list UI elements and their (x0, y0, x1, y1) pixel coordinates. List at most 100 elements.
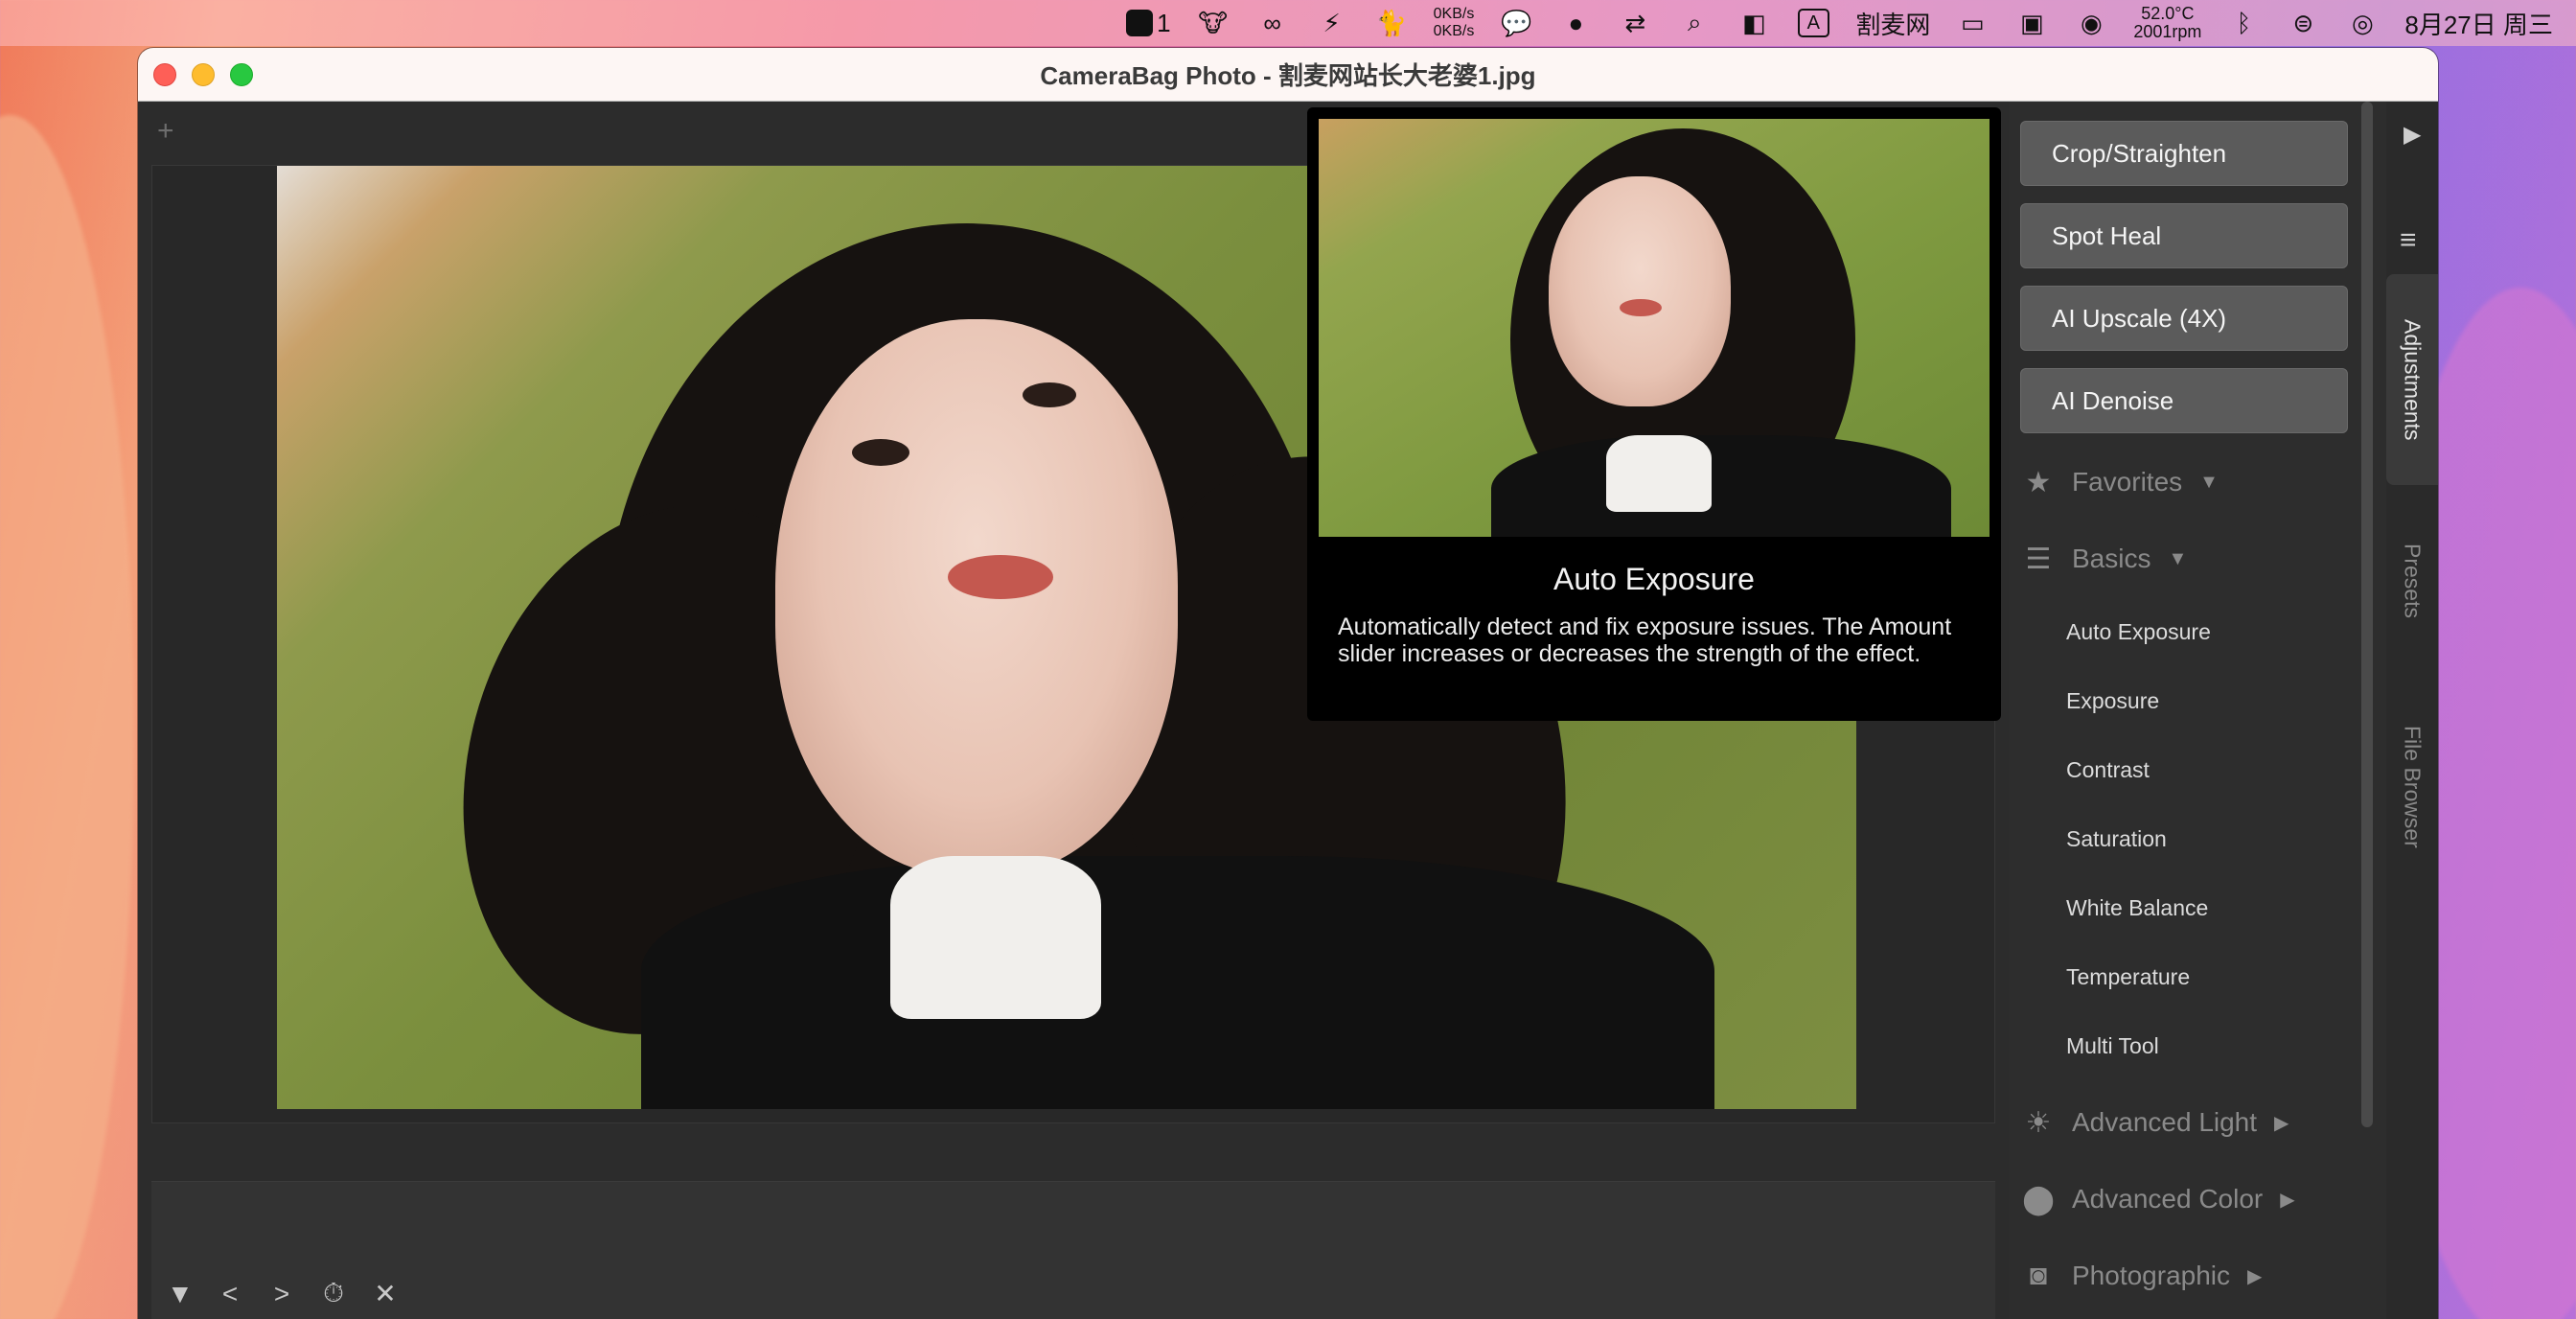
basics-item-white-balance[interactable]: White Balance (2066, 895, 2208, 921)
input-method-label: A (1797, 9, 1829, 37)
basics-item-auto-exposure[interactable]: Auto Exposure (2066, 619, 2211, 645)
cow-icon[interactable]: 🐮 (1196, 0, 1230, 46)
photo-eye (852, 439, 909, 466)
section-advanced-light-label: Advanced Light (2072, 1107, 2258, 1137)
section-basics-label: Basics (2072, 544, 2151, 573)
section-advanced-light[interactable]: ☀ Advanced Light ▶ (2022, 1106, 2289, 1139)
app-badge-count: 1 (1157, 8, 1171, 37)
chevron-right-icon: ▶ (2274, 1112, 2289, 1134)
section-favorites[interactable]: ★ Favorites ▼ (2022, 466, 2219, 498)
net-up: 0KB/s (1433, 6, 1475, 22)
crop-straighten-button[interactable]: Crop/Straighten (2020, 121, 2348, 186)
panel-scrollbar[interactable] (2361, 102, 2373, 1127)
minimize-window-button[interactable] (192, 63, 215, 86)
network-speed[interactable]: 0KB/s 0KB/s (1434, 6, 1475, 40)
scrollbar-thumb[interactable] (2361, 102, 2373, 1127)
window-title: CameraBag Photo - 割麦网站长大老婆1.jpg (1040, 61, 1536, 90)
chevron-right-icon: ▶ (2247, 1265, 2263, 1287)
hamburger-menu-icon[interactable]: ≡ (2400, 224, 2417, 257)
control-center-icon[interactable]: ⊜ (2286, 0, 2320, 46)
basics-item-multi-tool[interactable]: Multi Tool (2066, 1033, 2159, 1059)
infinity-icon[interactable]: ∞ (1255, 0, 1290, 46)
next-icon[interactable]: > (270, 1279, 293, 1309)
display-icon[interactable]: ▭ (1955, 0, 1990, 46)
collapse-icon[interactable]: ▼ (167, 1279, 194, 1309)
tooltip-description: Automatically detect and fix exposure is… (1338, 613, 1952, 667)
main-content: + ▼ < > ⏱ ✕ Auto Exposure Automatically … (138, 102, 2438, 1319)
play-icon[interactable]: ▶ (2404, 121, 2421, 149)
wallpaper-shape (0, 115, 134, 1319)
color-circles-icon: ⬤ (2022, 1183, 2055, 1215)
preview-collar (1606, 435, 1712, 512)
sync-icon[interactable]: ⇄ (1618, 0, 1652, 46)
sliders-icon: ☰ (2025, 543, 2052, 575)
adjustment-tooltip: Auto Exposure Automatically detect and f… (1307, 107, 2001, 721)
bolt-icon[interactable]: ⚡ (1315, 0, 1349, 46)
tab-file-browser-label: File Browser (2400, 726, 2426, 848)
photo-eye (1023, 382, 1076, 407)
preview-face (1549, 176, 1731, 406)
basics-item-contrast[interactable]: Contrast (2066, 757, 2150, 783)
preview-coat (1491, 435, 1951, 537)
close-image-icon[interactable]: ✕ (374, 1278, 397, 1309)
history-icon[interactable]: ⏱ (322, 1278, 345, 1309)
search-icon[interactable]: ⌕ (1677, 0, 1712, 46)
star-icon: ★ (2025, 466, 2052, 498)
adjustments-panel: Crop/Straighten Spot Heal AI Upscale (4X… (2009, 102, 2386, 1319)
input-method-icon[interactable]: A (1796, 0, 1830, 46)
tab-file-browser[interactable]: File Browser (2386, 677, 2438, 897)
sun-icon: ☀ (2025, 1106, 2052, 1139)
record-icon[interactable]: ● (1558, 0, 1593, 46)
section-advanced-color-label: Advanced Color (2072, 1184, 2264, 1214)
fan-speed-value: 2001rpm (2133, 22, 2202, 41)
basics-item-exposure[interactable]: Exposure (2066, 688, 2159, 714)
zoom-window-button[interactable] (230, 63, 253, 86)
ai-denoise-button[interactable]: AI Denoise (2020, 368, 2348, 433)
spot-heal-button[interactable]: Spot Heal (2020, 203, 2348, 268)
siri-icon[interactable]: ◎ (2345, 0, 2380, 46)
chevron-down-icon: ▼ (2199, 471, 2219, 493)
filmstrip-panel: ▼ < > ⏱ ✕ (151, 1181, 1995, 1319)
title-bar: CameraBag Photo - 割麦网站长大老婆1.jpg (138, 48, 2438, 102)
cat-icon[interactable]: 🐈 (1374, 0, 1409, 46)
preview-lips (1620, 299, 1662, 316)
section-favorites-label: Favorites (2072, 467, 2183, 497)
net-down: 0KB/s (1433, 23, 1475, 39)
side-tabs: ▶ ≡ Adjustments Presets File Browser (2386, 102, 2438, 1319)
photo-lips (948, 555, 1053, 599)
section-photographic-label: Photographic (2072, 1261, 2231, 1290)
ai-upscale-button[interactable]: AI Upscale (4X) (2020, 286, 2348, 351)
tooltip-preview-image (1319, 119, 1990, 537)
photos-icon[interactable]: ▣ (2014, 0, 2049, 46)
cpu-temperature[interactable]: 52.0°C 2001rpm (2133, 5, 2201, 41)
menubar-datetime[interactable]: 8月27日 周三 (2404, 0, 2553, 46)
bluetooth-icon[interactable]: ᛒ (2226, 0, 2261, 46)
temperature-value: 52.0°C (2141, 4, 2195, 23)
tab-presets-label: Presets (2400, 544, 2426, 618)
section-photographic[interactable]: ◙ Photographic ▶ (2022, 1260, 2262, 1292)
basics-item-saturation[interactable]: Saturation (2066, 826, 2167, 852)
add-icon[interactable]: + (157, 115, 174, 148)
tab-adjustments[interactable]: Adjustments (2386, 274, 2438, 485)
d-app-icon[interactable]: ◧ (1736, 0, 1771, 46)
section-basics[interactable]: ☰ Basics ▼ (2022, 543, 2188, 575)
tooltip-title: Auto Exposure (1553, 562, 1755, 596)
photo-face (775, 319, 1178, 875)
section-advanced-color[interactable]: ⬤ Advanced Color ▶ (2022, 1183, 2295, 1215)
wechat-icon[interactable]: 💬 (1499, 0, 1533, 46)
tab-presets[interactable]: Presets (2386, 504, 2438, 658)
tab-adjustments-label: Adjustments (2400, 318, 2426, 441)
app-window: CameraBag Photo - 割麦网站长大老婆1.jpg + ▼ < > … (138, 48, 2438, 1319)
photo-collar (890, 856, 1101, 1019)
basics-item-temperature[interactable]: Temperature (2066, 964, 2190, 990)
menu-bar: 1 🐮 ∞ ⚡ 🐈 0KB/s 0KB/s 💬 ● ⇄ ⌕ ◧ A 割麦网 ▭ … (0, 0, 2576, 46)
camera-icon: ◙ (2029, 1260, 2048, 1291)
site-name[interactable]: 割麦网 (1855, 0, 1930, 46)
photo-coat (641, 856, 1714, 1109)
cpu-temp-icon[interactable]: ◉ (2074, 0, 2108, 46)
bottom-controls: ▼ < > ⏱ ✕ (167, 1278, 397, 1309)
chevron-right-icon: ▶ (2280, 1189, 2295, 1211)
previous-icon[interactable]: < (218, 1279, 242, 1309)
app-badge-icon[interactable]: 1 (1126, 0, 1171, 46)
close-window-button[interactable] (153, 63, 176, 86)
